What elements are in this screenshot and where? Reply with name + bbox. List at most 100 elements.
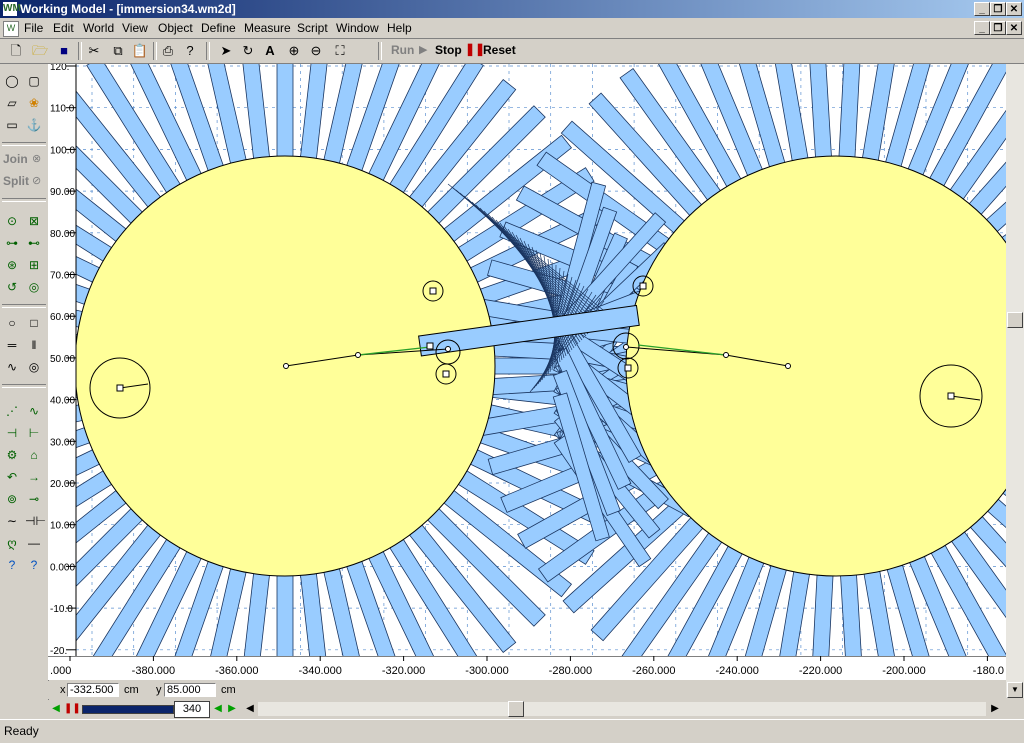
minimize-button[interactable]: _: [974, 2, 990, 16]
copy-icon[interactable]: ⧉: [108, 41, 128, 61]
point-marker[interactable]: [785, 363, 791, 369]
separator-tool-icon[interactable]: ⊣⊢: [25, 512, 46, 530]
curved-body-tool-icon[interactable]: ❀: [25, 94, 43, 112]
point-marker[interactable]: [623, 344, 629, 350]
doc-close-button[interactable]: ✕: [1006, 21, 1022, 35]
menu-object[interactable]: Object: [158, 21, 193, 35]
square-point-icon[interactable]: □: [25, 314, 43, 332]
joint-marker[interactable]: [429, 287, 437, 295]
pause-icon[interactable]: ❚❚: [64, 701, 81, 717]
actuator-tool-icon[interactable]: ⊸: [25, 490, 43, 508]
step-back-icon[interactable]: ◀: [212, 701, 224, 717]
menu-help[interactable]: Help: [387, 21, 412, 35]
menu-define[interactable]: Define: [201, 21, 236, 35]
scroll-right-arrow-icon[interactable]: ▶: [988, 701, 1002, 717]
menu-edit[interactable]: Edit: [53, 21, 74, 35]
horizontal-scroll-track[interactable]: [258, 702, 986, 716]
open-folder-icon[interactable]: 🗁: [30, 41, 50, 61]
menu-file[interactable]: File: [24, 21, 43, 35]
menu-world[interactable]: World: [83, 21, 114, 35]
joint-marker[interactable]: [442, 370, 450, 378]
frame-counter[interactable]: 340: [174, 701, 210, 718]
torque-tool-icon[interactable]: ⊚: [3, 490, 21, 508]
pulley-icon[interactable]: ⌂: [25, 446, 43, 464]
vertical-scroll-thumb[interactable]: [1007, 312, 1023, 328]
zoom-in-icon[interactable]: ⊕: [284, 41, 304, 61]
reset-button[interactable]: Reset: [483, 43, 516, 57]
tape-progress[interactable]: [82, 705, 174, 714]
spring-joint-icon[interactable]: ◎: [25, 278, 43, 296]
linear-tool-icon[interactable]: —: [25, 534, 43, 552]
vertical-slot-icon[interactable]: ‖: [25, 336, 43, 354]
step-forward-icon[interactable]: ▶: [226, 701, 238, 717]
point-marker[interactable]: [723, 352, 729, 358]
horizontal-slot-icon[interactable]: ═: [3, 336, 21, 354]
menu-script[interactable]: Script: [297, 21, 328, 35]
save-icon[interactable]: ■: [54, 41, 74, 61]
joint-marker[interactable]: [426, 342, 434, 350]
square-tool-icon[interactable]: ▢: [25, 72, 43, 90]
stop-button[interactable]: Stop: [435, 43, 462, 57]
motor-joint-icon[interactable]: ↺: [3, 278, 21, 296]
spring-damper-icon[interactable]: ⊢: [25, 424, 43, 442]
point-marker[interactable]: [283, 363, 289, 369]
split-button[interactable]: Split: [3, 174, 29, 188]
pointer-icon[interactable]: ➤: [216, 41, 236, 61]
slot-joint-icon[interactable]: ⊶: [3, 234, 21, 252]
anchor-tool-icon[interactable]: ⚓: [25, 116, 43, 134]
x-coord-field[interactable]: -332.500: [67, 683, 119, 697]
rope-tool-icon[interactable]: ∼: [3, 512, 21, 530]
damper-tool-icon[interactable]: ⊣: [3, 424, 21, 442]
point-marker[interactable]: [445, 346, 451, 352]
scroll-left-arrow-icon[interactable]: ◀: [244, 701, 256, 717]
scroll-down-arrow-icon[interactable]: ▼: [1007, 682, 1023, 698]
vertical-scrollbar[interactable]: ▼: [1006, 64, 1024, 698]
curve-tool-icon[interactable]: ∿: [3, 358, 21, 376]
cut-icon[interactable]: ✂: [84, 41, 104, 61]
help-icon[interactable]: ?: [180, 41, 200, 61]
working-model-icon[interactable]: WM: [3, 2, 21, 16]
rotate-icon[interactable]: ↻: [238, 41, 258, 61]
closed-curve-icon[interactable]: ◎: [25, 358, 43, 376]
point-tool-icon[interactable]: ○: [3, 314, 21, 332]
curved-slot-icon[interactable]: ⊛: [3, 256, 21, 274]
spring-tool-icon[interactable]: ∿: [25, 402, 43, 420]
horizontal-scroll-thumb[interactable]: [508, 701, 524, 717]
join-button[interactable]: Join: [3, 152, 28, 166]
text-tool-icon[interactable]: A: [260, 41, 280, 61]
keyed-curved-slot-icon[interactable]: ⊞: [25, 256, 43, 274]
point-marker[interactable]: [355, 352, 361, 358]
print-icon[interactable]: ⎙: [158, 41, 178, 61]
y-coord-field[interactable]: 85.000: [164, 683, 216, 697]
doc-minimize-button[interactable]: _: [974, 21, 990, 35]
script-tool-icon[interactable]: ?: [3, 556, 21, 574]
new-file-icon[interactable]: 🗋: [6, 41, 26, 61]
menu-view[interactable]: View: [122, 21, 148, 35]
rotary-spring-icon[interactable]: ღ: [3, 534, 21, 552]
force-tool-icon[interactable]: →: [25, 468, 43, 486]
joint-marker[interactable]: [116, 384, 124, 392]
joint-marker[interactable]: [639, 282, 647, 290]
rigid-joint-icon[interactable]: ⊠: [25, 212, 43, 230]
gear-icon[interactable]: ⚙: [3, 446, 21, 464]
paste-icon[interactable]: 📋: [130, 41, 150, 61]
rectangle-tool-icon[interactable]: ▭: [3, 116, 21, 134]
keyed-slot-icon[interactable]: ⊷: [25, 234, 43, 252]
run-button[interactable]: Run: [391, 43, 414, 57]
joint-marker[interactable]: [624, 364, 632, 372]
zoom-out-icon[interactable]: ⊖: [306, 41, 326, 61]
close-button[interactable]: ✕: [1006, 2, 1022, 16]
circle-tool-icon[interactable]: ◯: [3, 72, 21, 90]
polygon-tool-icon[interactable]: ▱: [3, 94, 21, 112]
maximize-button[interactable]: ❐: [990, 2, 1006, 16]
rewind-icon[interactable]: ◀: [50, 701, 62, 717]
document-icon[interactable]: W: [3, 21, 19, 37]
rotational-motor-icon[interactable]: ↶: [3, 468, 21, 486]
menu-window[interactable]: Window: [336, 21, 379, 35]
menu-measure[interactable]: Measure: [244, 21, 291, 35]
zoom-fit-icon[interactable]: ⛶: [330, 41, 350, 61]
rod-tool-icon[interactable]: ⋰: [3, 402, 21, 420]
script-tool-2-icon[interactable]: ?: [25, 556, 43, 574]
joint-marker[interactable]: [947, 392, 955, 400]
doc-restore-button[interactable]: ❐: [990, 21, 1006, 35]
